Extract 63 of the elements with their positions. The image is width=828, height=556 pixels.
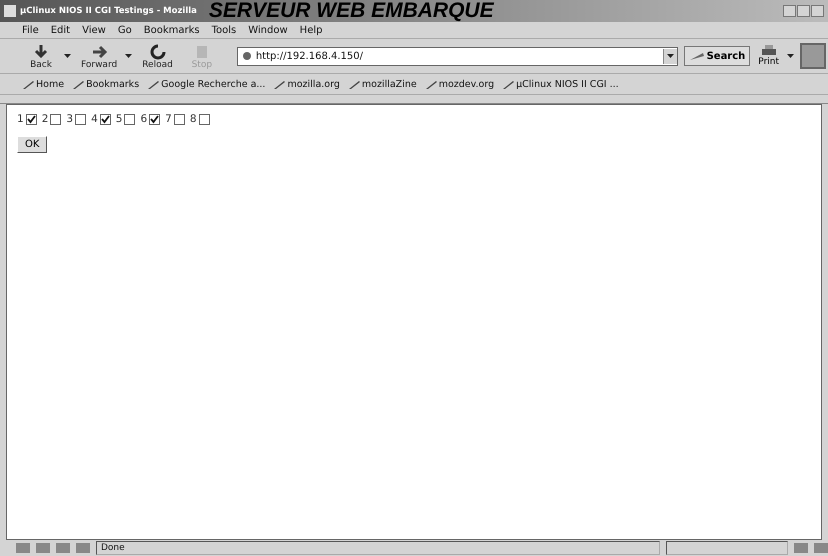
toolbar-button[interactable]: Reload [138, 42, 177, 70]
bookmark-link[interactable]: Google Recherche a... [147, 78, 266, 90]
checkbox[interactable] [50, 114, 62, 124]
bookmark-link[interactable]: µClinux NIOS II CGI ... [502, 78, 619, 90]
checkbox-label: 6 [140, 113, 148, 125]
ok-button[interactable]: OK [17, 136, 48, 153]
status-icon [56, 543, 70, 553]
checkbox-label: 1 [17, 113, 24, 125]
checkbox-label: 7 [165, 113, 172, 125]
checkbox[interactable] [198, 114, 210, 124]
menu-item[interactable]: Bookmarks [144, 24, 200, 36]
menu-item[interactable]: Tools [212, 24, 236, 36]
search-button[interactable]: Search [684, 46, 750, 66]
status-icon [36, 543, 50, 553]
caret-icon[interactable] [64, 54, 71, 58]
status-icon [794, 543, 808, 553]
toolbar-button[interactable]: Forward [77, 42, 122, 70]
pen-icon [502, 78, 516, 90]
caret-icon[interactable] [787, 54, 794, 58]
pen-icon [72, 78, 86, 90]
pen-icon [147, 78, 160, 90]
checkbox-label: 3 [66, 113, 74, 125]
bookmark-link[interactable]: mozdev.org [424, 78, 494, 90]
pen-icon [273, 78, 286, 90]
status-text: Done [96, 541, 660, 555]
status-icon [16, 543, 30, 553]
checkbox-label: 5 [116, 113, 122, 125]
toolbar-button[interactable]: Back [22, 42, 60, 70]
menu-item[interactable]: Window [248, 24, 288, 36]
window-title: µClinux NIOS II CGI Testings - Mozilla [20, 6, 197, 16]
menu-item[interactable]: Go [118, 24, 132, 36]
caret-icon[interactable] [125, 54, 132, 58]
menu-item[interactable]: View [82, 24, 106, 36]
pen-icon [22, 78, 35, 90]
pen-icon [348, 78, 361, 90]
minimize-button[interactable] [783, 5, 796, 17]
page-icon [242, 51, 252, 61]
print-button[interactable]: Print [756, 45, 781, 67]
checkbox-label: 2 [42, 113, 48, 125]
dropdown-icon [666, 54, 674, 58]
pen-icon [424, 78, 438, 90]
menu-item[interactable]: File [22, 24, 39, 36]
checkbox[interactable] [124, 114, 136, 124]
reload-icon [148, 42, 168, 60]
menu-item[interactable]: Edit [50, 24, 70, 36]
menu-item[interactable]: Help [300, 24, 322, 36]
close-button[interactable] [811, 5, 824, 17]
maximize-button[interactable] [797, 5, 810, 17]
address-field[interactable]: http://192.168.4.150/ [236, 46, 678, 66]
checkbox[interactable] [149, 114, 160, 124]
checkbox[interactable] [26, 114, 37, 124]
caption: SERVEUR WEB EMBARQUE [208, 0, 494, 22]
bookmark-link[interactable]: mozillaZine [348, 78, 417, 90]
bookmark-link[interactable]: Home [22, 78, 64, 90]
printer-icon [760, 45, 777, 57]
checkbox-label: 8 [190, 113, 196, 125]
bookmark-link[interactable]: mozilla.org [273, 78, 340, 90]
status-icon [76, 543, 90, 553]
checkbox[interactable] [100, 114, 111, 124]
checkbox[interactable] [174, 114, 185, 124]
checkbox-label: 4 [91, 113, 98, 125]
checkbox[interactable] [75, 114, 86, 124]
bookmark-link[interactable]: Bookmarks [72, 78, 140, 90]
